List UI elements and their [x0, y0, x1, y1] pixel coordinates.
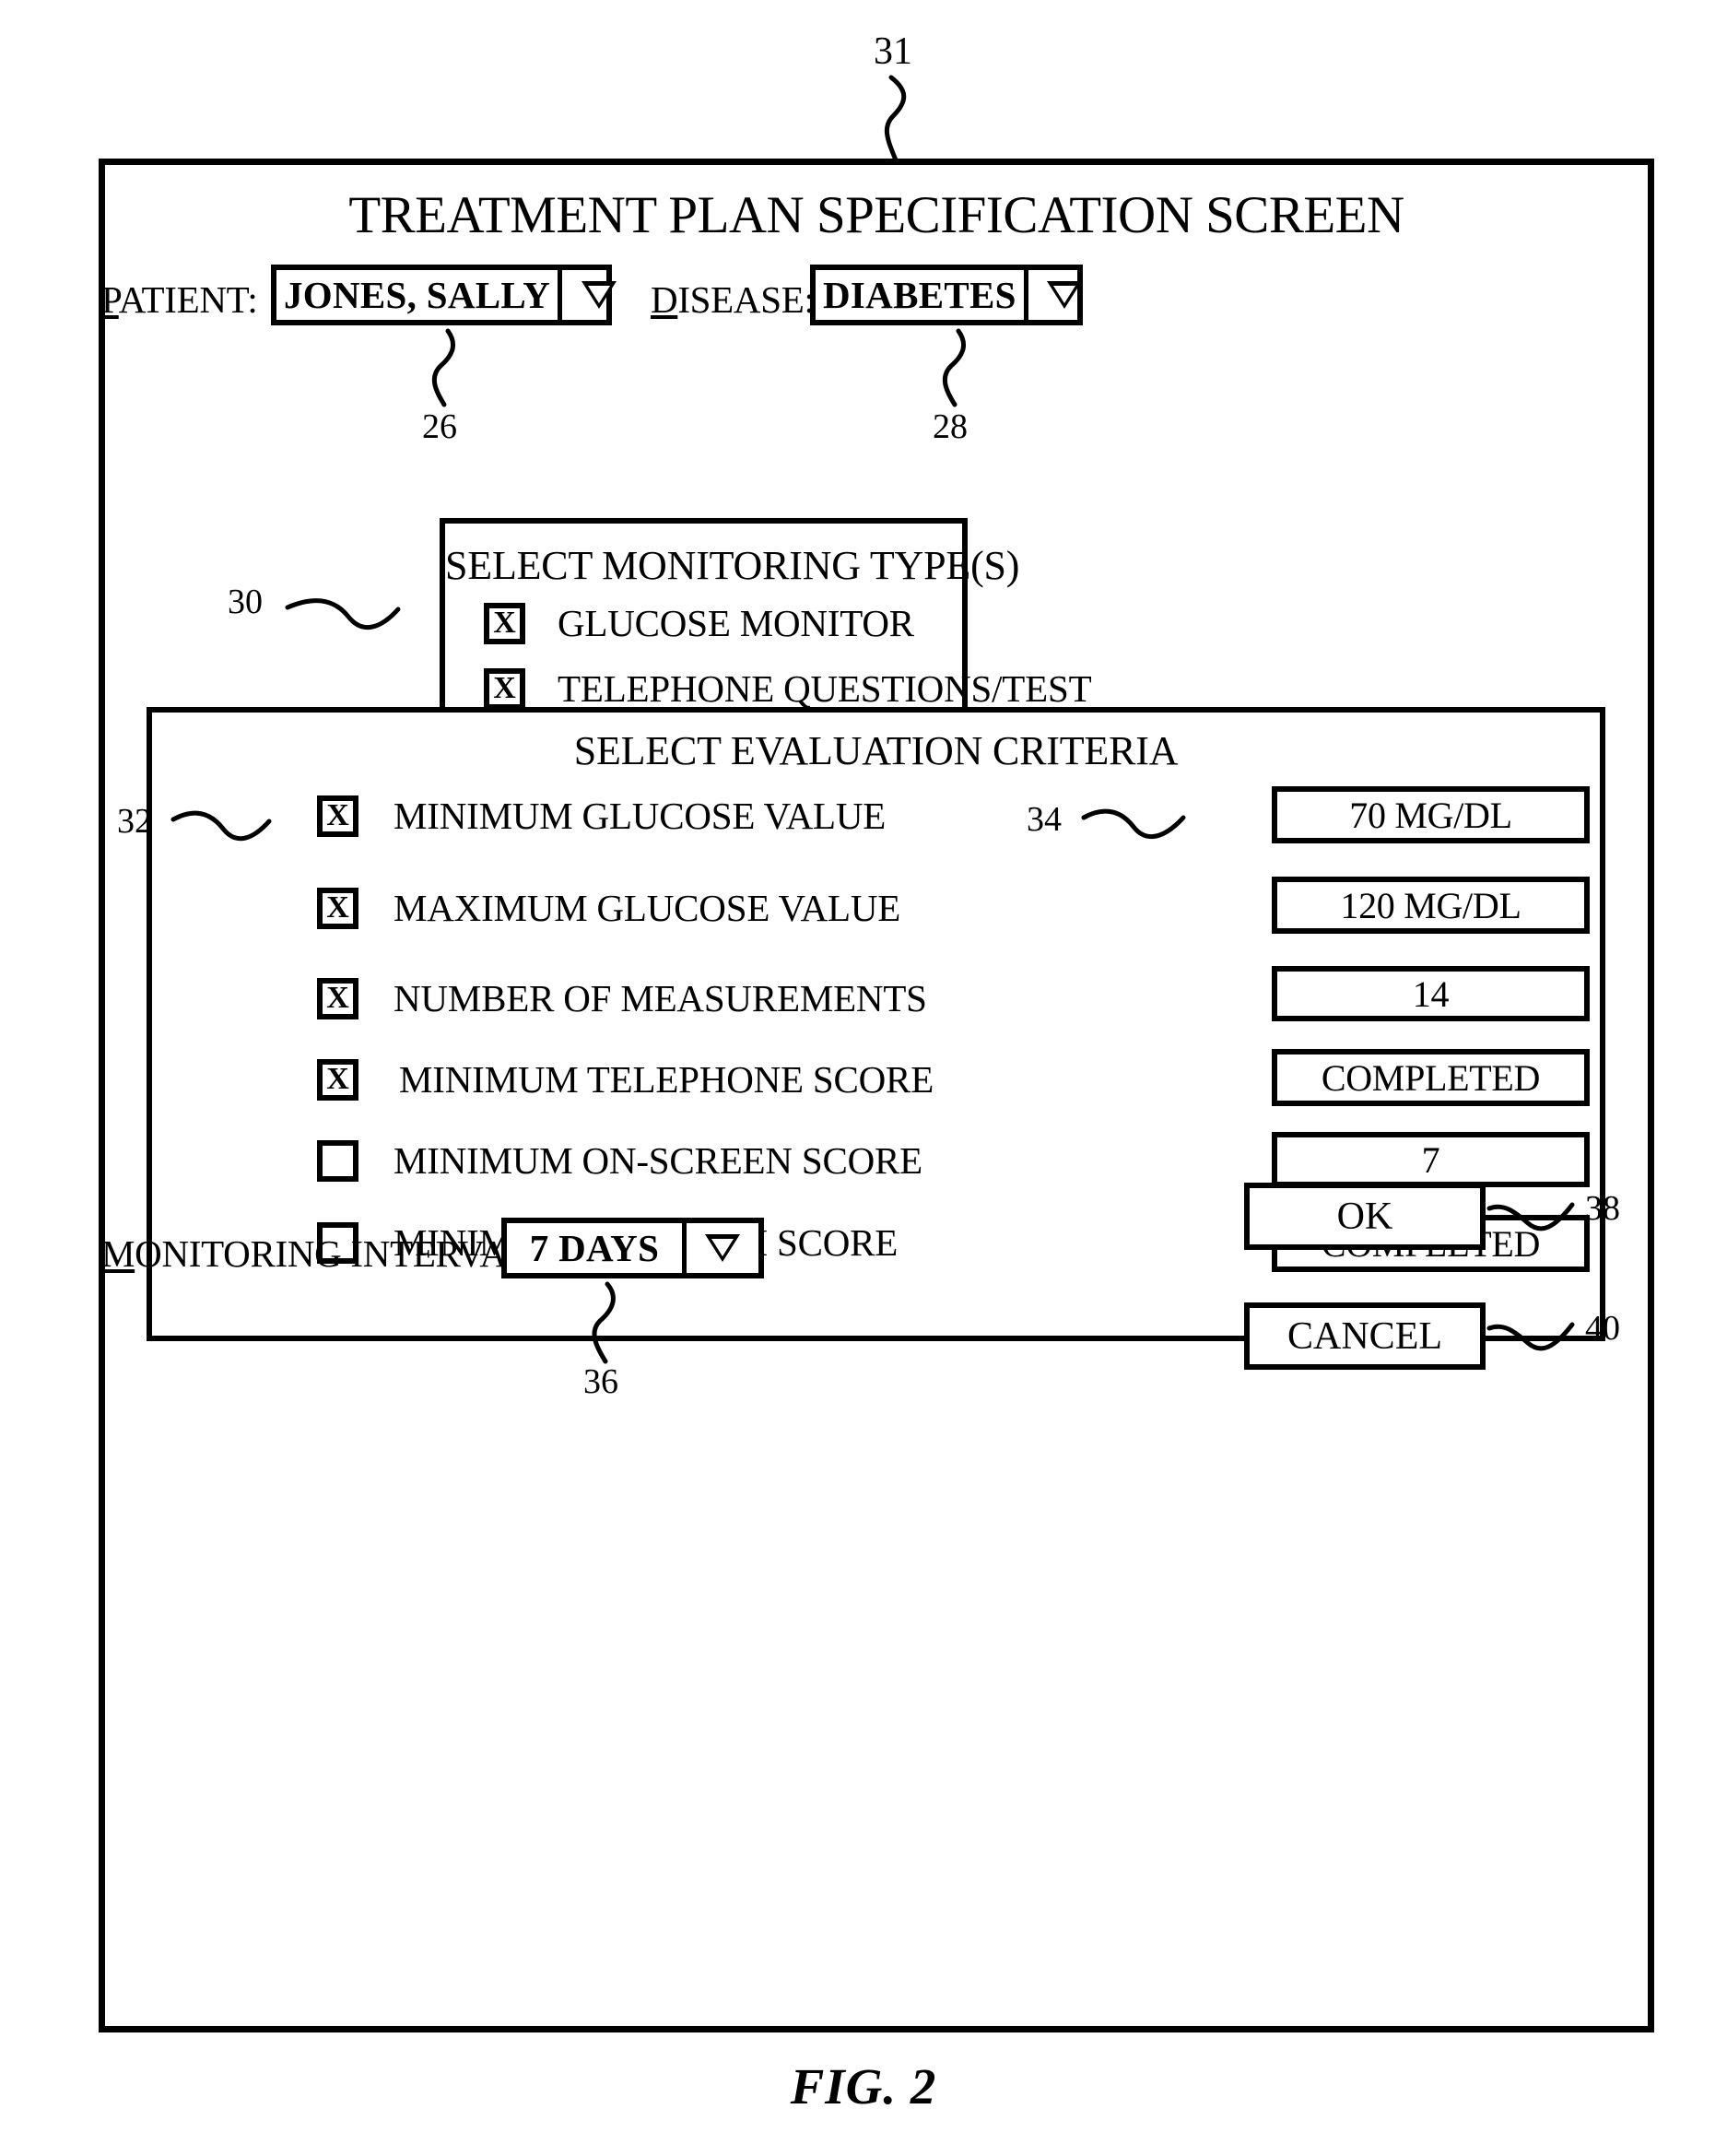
ref-numeral-disease: 28 [933, 407, 968, 446]
evaluation-criteria-panel-title: SELECT EVALUATION CRITERIA [573, 728, 1179, 773]
cancel-button[interactable]: CANCEL [1244, 1302, 1486, 1370]
monitoring-interval-label: MONITORING INTERVAL: [101, 1231, 540, 1276]
monitoring-interval-value: 7 DAYS [529, 1227, 660, 1269]
monitoring-item-label: GLUCOSE MONITOR [558, 602, 914, 644]
criteria-row-label: MINIMUM ON-SCREEN SCORE [394, 1139, 923, 1182]
monitoring-interval-label-rest: ONITORING INTERVAL: [135, 1232, 540, 1275]
leader-line-monitoring-types [285, 598, 401, 630]
criteria-row-maximum-glucose-value[interactable]: X MAXIMUM GLUCOSE VALUE [317, 886, 900, 930]
value-minimum-glucose-value[interactable]: 70 MG/DL [1272, 786, 1590, 843]
monitoring-interval-label-mnemonic: M [101, 1232, 135, 1275]
leader-line-criteria-checkbox [170, 810, 272, 842]
disease-dropdown-value: DIABETES [823, 274, 1016, 316]
disease-label-mnemonic: D [651, 278, 678, 321]
leader-line-patient [431, 328, 456, 407]
figure-caption: FIG. 2 [790, 2058, 937, 2115]
monitoring-item-glucose-monitor[interactable]: X GLUCOSE MONITOR [484, 601, 914, 645]
ref-numeral-monitoring-interval: 36 [583, 1362, 618, 1401]
disease-dropdown[interactable]: DIABETES [810, 265, 1083, 325]
checkbox-maximum-glucose-value[interactable]: X [317, 887, 358, 929]
leader-line-ok [1486, 1202, 1575, 1231]
monitoring-item-label: TELEPHONE QUESTIONS/TEST [558, 667, 1092, 710]
value-minimum-telephone-score[interactable]: COMPLETED [1272, 1049, 1590, 1106]
criteria-row-number-of-measurements[interactable]: X NUMBER OF MEASUREMENTS [317, 976, 927, 1020]
checkbox-minimum-glucose-value[interactable]: X [317, 795, 358, 837]
monitoring-item-telephone-questions[interactable]: X TELEPHONE QUESTIONS/TEST [484, 666, 1092, 711]
monitoring-interval-dropdown[interactable]: 7 DAYS [501, 1218, 764, 1278]
value-number-of-measurements[interactable]: 14 [1272, 966, 1590, 1021]
patient-dropdown-value: JONES, SALLY [284, 274, 551, 316]
patient-label-rest: ATIENT: [118, 278, 258, 321]
treatment-plan-specification-screen: TREATMENT PLAN SPECIFICATION SCREEN PATI… [99, 159, 1654, 2032]
checkbox-telephone-questions[interactable]: X [484, 667, 525, 710]
ref-numeral-screen: 31 [874, 30, 912, 73]
criteria-row-minimum-glucose-value[interactable]: X MINIMUM GLUCOSE VALUE [317, 794, 886, 838]
disease-label-rest: ISEASE: [677, 278, 815, 321]
leader-line-monitoring-interval [592, 1281, 616, 1364]
checkbox-glucose-monitor[interactable]: X [484, 602, 525, 644]
monitoring-type-panel-title: SELECT MONITORING TYPE(S) [445, 543, 1020, 588]
patient-dropdown[interactable]: JONES, SALLY [271, 265, 617, 325]
disease-label: DISEASE: [651, 277, 815, 322]
leader-line-cancel [1486, 1322, 1575, 1351]
checkbox-minimum-on-screen-score[interactable] [317, 1139, 358, 1182]
page-title: TREATMENT PLAN SPECIFICATION SCREEN [348, 186, 1404, 244]
ref-numeral-cancel: 40 [1585, 1309, 1620, 1348]
ref-numeral-monitoring-types: 30 [228, 583, 263, 621]
disease-dropdown-arrow[interactable] [1023, 270, 1100, 320]
leader-line-disease [942, 328, 967, 407]
patient-dropdown-arrow[interactable] [558, 270, 636, 320]
checkbox-number-of-measurements[interactable]: X [317, 977, 358, 1019]
monitoring-interval-arrow[interactable] [682, 1223, 758, 1273]
ref-numeral-ok: 38 [1585, 1189, 1620, 1228]
triangle-down-icon [1046, 281, 1082, 309]
triangle-down-icon [582, 281, 617, 309]
criteria-row-label: MAXIMUM GLUCOSE VALUE [394, 887, 901, 929]
criteria-row-label: MINIMUM GLUCOSE VALUE [394, 795, 887, 837]
ok-button[interactable]: OK [1244, 1183, 1486, 1250]
criteria-row-minimum-telephone-score[interactable]: X MINIMUM TELEPHONE SCORE [317, 1057, 934, 1102]
leader-line-criteria-value [1081, 808, 1186, 839]
value-minimum-on-screen-score[interactable]: 7 [1272, 1132, 1590, 1187]
criteria-row-minimum-on-screen-score[interactable]: MINIMUM ON-SCREEN SCORE [317, 1138, 922, 1183]
value-maximum-glucose-value[interactable]: 120 MG/DL [1272, 877, 1590, 934]
ref-numeral-criteria-checkbox: 32 [117, 802, 152, 841]
patient-label-mnemonic: P [101, 278, 119, 321]
triangle-down-icon [705, 1234, 740, 1262]
leader-line-screen [884, 75, 907, 165]
criteria-row-label: MINIMUM TELEPHONE SCORE [399, 1058, 934, 1101]
ref-numeral-criteria-value: 34 [1027, 800, 1062, 839]
criteria-row-label: NUMBER OF MEASUREMENTS [394, 977, 927, 1019]
checkbox-minimum-telephone-score[interactable]: X [317, 1058, 358, 1101]
patient-label: PATIENT: [101, 277, 258, 322]
ref-numeral-patient: 26 [422, 407, 457, 446]
